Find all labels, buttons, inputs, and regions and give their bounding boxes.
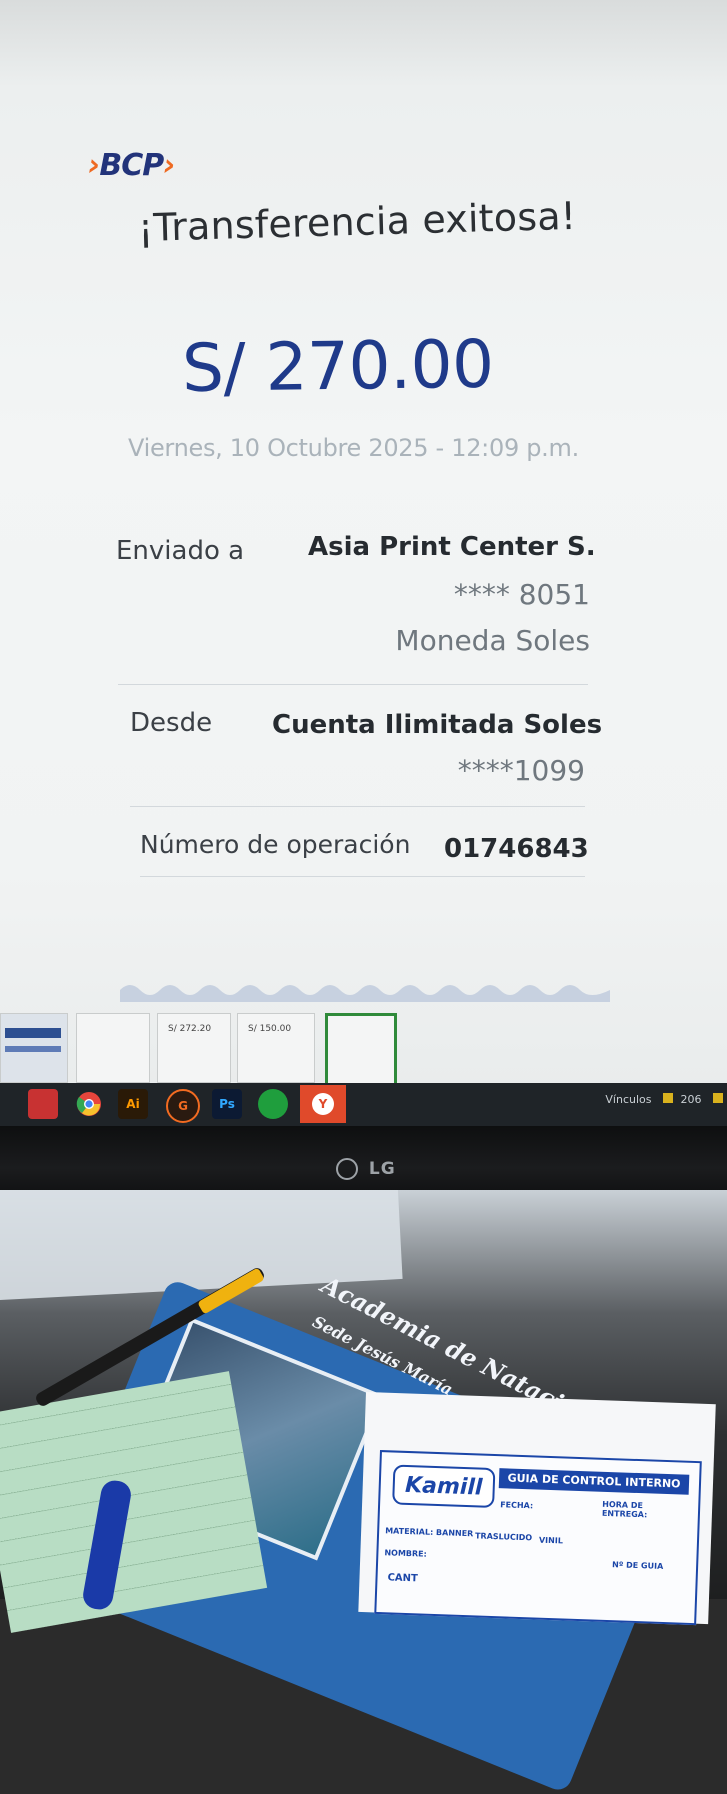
- guia-field: TRASLUCIDO: [474, 1531, 533, 1543]
- operation-number: 01746843: [444, 834, 589, 864]
- operation-label-row: Número de operación: [140, 830, 410, 859]
- thumbnail-label: S/ 272.20: [168, 1024, 212, 1034]
- sent-to-label: Enviado a: [116, 536, 245, 566]
- divider: [140, 876, 585, 877]
- guia-title: GUIA DE CONTROL INTERNO: [498, 1468, 690, 1495]
- from-account-name: Cuenta Ilimitada Soles: [272, 710, 603, 740]
- taskbar-icon-label: Ai: [126, 1097, 140, 1111]
- window-thumbnail[interactable]: [0, 1013, 68, 1083]
- guia-field: CANT: [387, 1572, 418, 1585]
- whatsapp-icon[interactable]: [258, 1089, 288, 1119]
- recipient-currency: Moneda Soles: [395, 624, 590, 657]
- antivirus-icon[interactable]: G: [166, 1089, 200, 1123]
- from-account-number: ****1099: [457, 754, 585, 787]
- recipient-name-row: Asia Print Center S.: [308, 532, 596, 562]
- guia-field: HORA DE ENTREGA:: [601, 1499, 648, 1520]
- notebook: [0, 1371, 268, 1633]
- divider: [118, 684, 588, 685]
- thumbnail-bar: [5, 1028, 61, 1038]
- kamill-logo: Kamill: [392, 1464, 496, 1509]
- guia-field: Nº DE GUIA: [611, 1560, 664, 1571]
- monitor-brand-logo: LG: [336, 1158, 396, 1180]
- taskbar-icon-label: Y: [312, 1093, 334, 1115]
- guia-field: MATERIAL: BANNER: [385, 1526, 474, 1539]
- guia-field: FECHA:: [500, 1500, 534, 1511]
- illustrator-icon[interactable]: Ai: [118, 1089, 148, 1119]
- window-thumbnail-active[interactable]: [325, 1013, 397, 1087]
- guia-field: NOMBRE:: [384, 1548, 427, 1559]
- taskbar-icon-label: Ps: [219, 1097, 235, 1111]
- generic-app-icon[interactable]: [28, 1089, 58, 1119]
- brand-text: LG: [368, 1159, 396, 1179]
- taskbar: Ai G Ps Y Vínculos 206: [0, 1083, 727, 1128]
- from-label-row: Desde: [130, 708, 212, 738]
- thumbnail-bar: [5, 1046, 61, 1052]
- photoshop-icon[interactable]: Ps: [212, 1089, 242, 1119]
- taskbar-icon-label: G: [178, 1099, 188, 1113]
- transfer-amount: S/ 270.00: [181, 325, 495, 407]
- tray-links-label[interactable]: Vínculos: [605, 1093, 651, 1106]
- wave-decoration: [120, 985, 610, 1002]
- window-thumbnails: S/ 272.20 S/ 150.00: [0, 1005, 727, 1087]
- chrome-icon[interactable]: [74, 1089, 104, 1119]
- lg-circle-icon: [336, 1158, 358, 1180]
- window-thumbnail[interactable]: S/ 272.20: [157, 1013, 231, 1083]
- tray-count: 206: [680, 1093, 702, 1106]
- page-title: ¡Transferencia exitosa!: [137, 193, 577, 250]
- thumbnail-label: S/ 150.00: [248, 1024, 292, 1034]
- divider: [130, 806, 585, 807]
- yandex-icon[interactable]: Y: [300, 1085, 346, 1123]
- window-thumbnail[interactable]: [76, 1013, 150, 1083]
- bank-app-screen: ›BCP› ¡Transferencia exitosa! S/ 270.00 …: [0, 0, 727, 1090]
- bcp-logo: ›BCP›: [88, 148, 176, 183]
- from-label: Desde: [130, 708, 213, 738]
- system-tray: Vínculos 206: [605, 1093, 723, 1106]
- from-account-name-row: Cuenta Ilimitada Soles: [272, 710, 602, 740]
- sent-to-label-row: Enviado a: [116, 536, 244, 566]
- chrome-icon: [76, 1092, 101, 1116]
- operation-label: Número de operación: [140, 830, 411, 859]
- transfer-datetime: Viernes, 10 Octubre 2025 - 12:09 p.m.: [128, 434, 579, 462]
- window-thumbnail[interactable]: S/ 150.00: [237, 1013, 315, 1083]
- folder-icon: [713, 1093, 723, 1103]
- folder-icon: [663, 1093, 673, 1103]
- guia-field: VINIL: [538, 1535, 564, 1546]
- recipient-name: Asia Print Center S.: [308, 532, 596, 562]
- recipient-account: **** 8051: [453, 578, 590, 611]
- operation-number-row: 01746843: [444, 834, 589, 864]
